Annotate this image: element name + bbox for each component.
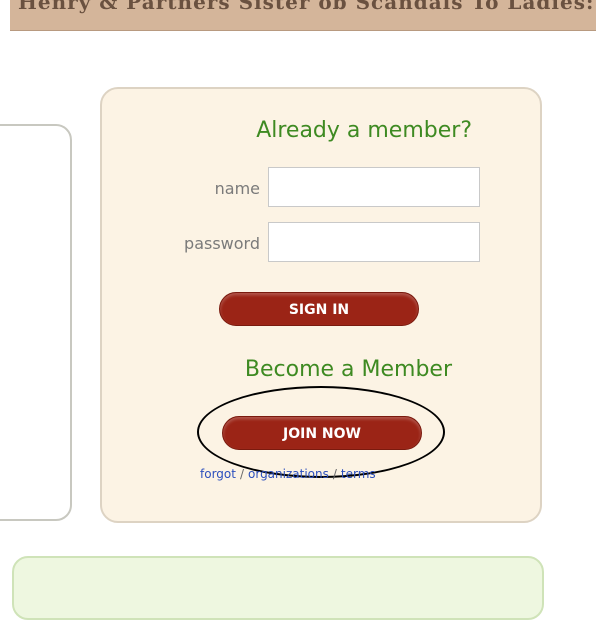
join-now-button[interactable]: JOIN NOW (222, 416, 422, 450)
link-separator: / (332, 467, 337, 481)
login-heading: Already a member? (256, 118, 472, 143)
link-separator: / (239, 467, 244, 481)
top-banner: Henry & Partners Sister ob Scandals To L… (10, 0, 596, 31)
banner-text: Henry & Partners Sister ob Scandals To L… (18, 0, 596, 14)
name-label: name (214, 179, 260, 198)
password-label: password (184, 234, 260, 253)
signup-heading: Become a Member (244, 357, 452, 382)
terms-link[interactable]: terms (341, 467, 376, 481)
bottom-panel (12, 556, 544, 620)
forgot-link[interactable]: forgot (200, 467, 236, 481)
sign-in-button[interactable]: SIGN IN (219, 292, 419, 326)
password-input[interactable] (268, 222, 480, 262)
footer-links: forgot / organizations / terms (200, 467, 450, 481)
organizations-link[interactable]: organizations (248, 467, 329, 481)
name-input[interactable] (268, 167, 480, 207)
login-panel: Already a member? name password SIGN IN … (100, 87, 542, 523)
left-content-panel (0, 124, 72, 521)
